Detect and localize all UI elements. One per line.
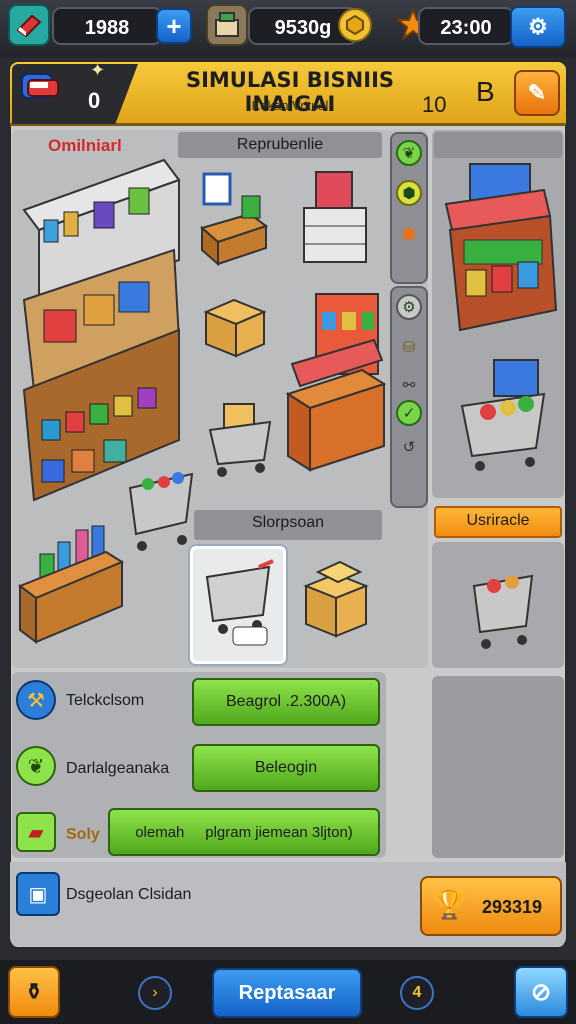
trophy-icon: 🏆	[432, 889, 467, 920]
chain-icon[interactable]: ⚯	[396, 372, 422, 398]
section-mid-label: Slorpsoan	[194, 510, 382, 540]
inventory-button[interactable]: ⚱	[8, 966, 60, 1018]
reward-value: 293319	[482, 897, 543, 917]
compass-button[interactable]: ⊘	[514, 966, 568, 1018]
jar-icon: ⚱	[24, 979, 44, 1004]
plus-icon: +	[166, 10, 182, 41]
selected-cart-slot[interactable]	[190, 546, 286, 664]
score-b: B	[476, 76, 495, 107]
action-button-grow-label: Beleogin	[254, 759, 318, 776]
pencil-icon: ✎	[527, 80, 547, 105]
shelf-unit[interactable]	[14, 150, 184, 510]
right-section-label: Usriracle	[434, 506, 562, 538]
shopping-cart-toys[interactable]	[124, 460, 198, 556]
tool-strip-bottom: ⚙ ⛁ ⚯ ✓ ↺	[390, 286, 428, 508]
chevron-right-icon[interactable]: ›	[138, 976, 172, 1010]
box-icon: ▣	[16, 872, 60, 916]
book-icon	[8, 4, 50, 46]
coins-icon[interactable]: ⛁	[396, 334, 422, 360]
right-empty-slot	[432, 676, 564, 858]
action-label-grow: Darlalgeanaka	[66, 760, 170, 777]
main-action-label: Reptasaar	[238, 981, 336, 1004]
action-button-sell-label: olemah plgram jiemean 3ljton)	[135, 823, 353, 841]
star-burst-icon[interactable]: ✸	[396, 222, 422, 248]
check-icon[interactable]: ✓	[396, 400, 422, 426]
edit-button[interactable]: ✎	[514, 70, 560, 116]
action-button-build[interactable]: Beagrol .2.300A)	[192, 678, 380, 726]
stars-value: 23:00	[440, 17, 492, 39]
tool-strip-top: ❦ ⬢ ✸	[390, 132, 428, 284]
number-4-icon[interactable]: 4	[400, 976, 434, 1010]
score-a: 10	[422, 92, 447, 117]
bag-icon: ▰	[16, 812, 56, 852]
leaf-icon: ❦	[16, 746, 56, 786]
coins-counter: 1988	[52, 7, 162, 45]
reward-button[interactable]: 🏆 293319	[420, 876, 562, 936]
level-value: 0	[88, 88, 101, 113]
settings-button[interactable]: ⚙	[510, 6, 566, 48]
leaf-icon[interactable]: ❦	[396, 140, 422, 166]
action-label-build: Telckclsom	[66, 692, 145, 709]
gear-icon: ⚙	[528, 14, 548, 39]
hammer-icon: ⚒	[16, 680, 56, 720]
gear-small-icon[interactable]: ⚙	[396, 294, 422, 320]
game-subtitle: Kekan Vritual	[251, 98, 329, 113]
action-label-sell: Soly	[66, 826, 100, 843]
magazine-rack[interactable]	[296, 168, 376, 278]
cardboard-box[interactable]	[200, 288, 270, 360]
display-counter[interactable]	[196, 168, 272, 268]
hexagon-icon[interactable]: ⬢	[396, 180, 422, 206]
produce-stand[interactable]	[440, 160, 560, 332]
sparkle-icon: ✦	[90, 60, 106, 80]
truck-icon	[18, 68, 66, 108]
action-button-grow[interactable]: Beleogin	[192, 744, 380, 792]
coins-value: 1988	[84, 17, 130, 39]
stacked-boxes[interactable]	[300, 556, 372, 640]
section-top-label: Reprubenlie	[178, 132, 382, 158]
shop-icon	[206, 4, 248, 46]
action-button-sell[interactable]: olemah plgram jiemean 3ljton)	[108, 808, 380, 856]
bottle-table[interactable]	[16, 520, 126, 646]
medal-icon	[338, 8, 372, 42]
action-button-build-label: Beagrol .2.300A)	[225, 693, 347, 710]
stars-counter: 23:00	[418, 7, 514, 45]
cart-with-sign[interactable]	[454, 356, 554, 476]
shopping-cart[interactable]	[204, 396, 276, 480]
refresh-icon[interactable]: ↺	[396, 434, 422, 460]
market-stall[interactable]	[284, 290, 388, 480]
add-coins-button[interactable]: +	[156, 8, 192, 44]
compass-icon: ⊘	[530, 978, 552, 1006]
main-action-button[interactable]: Reptasaar	[212, 968, 362, 1018]
right-cart-slot[interactable]	[432, 542, 564, 668]
footer-label: Dsgeolan Clsidan	[66, 886, 192, 903]
right-header-bar	[434, 132, 562, 158]
